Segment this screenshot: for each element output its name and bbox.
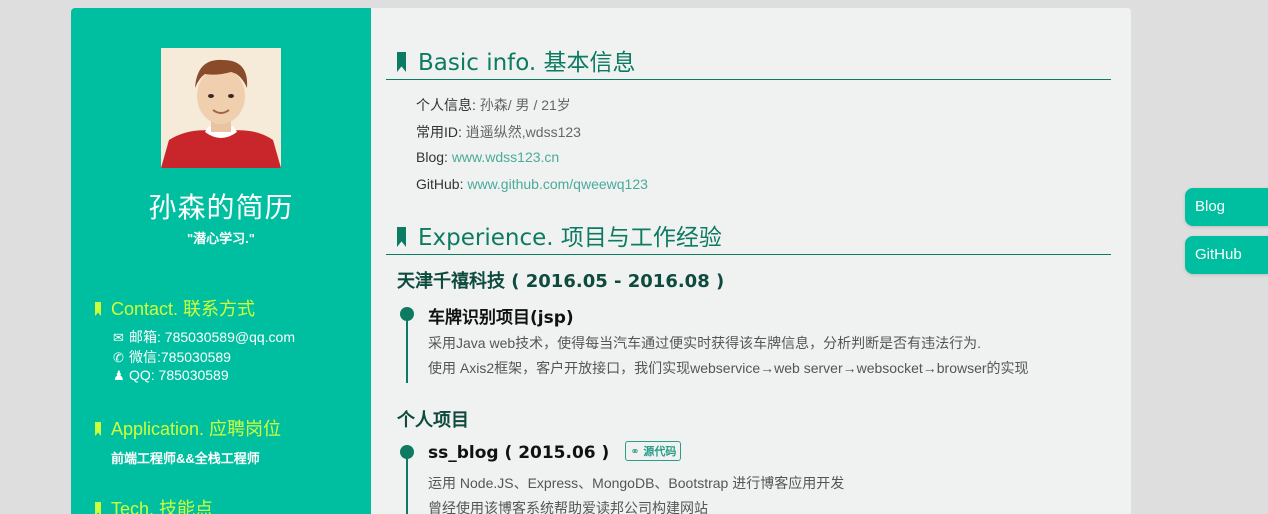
experience-heading: Experience. 项目与工作经验 [386, 218, 1111, 255]
info-blog: Blog: www.wdss123.cn [416, 149, 559, 165]
project2-title-row: ss_blog ( 2015.06 ) ⚭ 源代码 [428, 441, 682, 463]
project1-title: 车牌识别项目(jsp) [428, 308, 574, 328]
contact-heading-text: Contact. 联系方式 [111, 299, 256, 319]
id-label: 常用ID: [416, 124, 462, 140]
company-title: 天津千禧科技 ( 2016.05 - 2016.08 ) [397, 271, 725, 292]
bookmark-icon [95, 502, 101, 514]
timeline-line [406, 451, 408, 514]
email-text: 邮箱: 785030589@qq.com [129, 329, 295, 345]
project1-desc-2: 使用 Axis2框架，客户开放接口，我们实现webservice→web ser… [428, 360, 1029, 376]
tech-heading: Tech. 技能点 [95, 495, 213, 514]
bookmark-icon [397, 227, 406, 247]
basic-info-heading: Basic info. 基本信息 [386, 43, 1111, 80]
application-heading: Application. 应聘岗位 [95, 415, 281, 441]
motto: "潜心学习." [187, 231, 255, 246]
info-github: GitHub: www.github.com/qweewq123 [416, 176, 648, 192]
contact-qq: ♟ QQ: 785030589 [113, 367, 229, 384]
info-id: 常用ID: 逍遥纵然,wdss123 [416, 122, 581, 142]
bookmark-icon [95, 302, 101, 316]
project2-desc-2: 曾经使用该博客系统帮助爱读邦公司构建网站 [428, 500, 708, 514]
project2-desc-1: 运用 Node.JS、Express、MongoDB、Bootstrap 进行博… [428, 475, 845, 491]
main-content: Basic info. 基本信息 个人信息: 孙森/ 男 / 21岁 常用ID:… [371, 8, 1131, 514]
bookmark-icon [95, 422, 101, 436]
blog-label: Blog: [416, 149, 448, 165]
resume-name: 孙森的简历 [148, 191, 294, 224]
tech-heading-text: Tech. 技能点 [111, 499, 214, 514]
contact-wechat: ✆ 微信:785030589 [113, 347, 231, 367]
id-value: 逍遥纵然,wdss123 [465, 124, 581, 140]
info-personal: 个人信息: 孙森/ 男 / 21岁 [416, 95, 571, 115]
wechat-icon: ✆ [113, 350, 124, 365]
blog-float-button[interactable]: Blog [1185, 188, 1268, 226]
source-code-label: 源代码 [643, 445, 677, 458]
contact-email: ✉ 邮箱: 785030589@qq.com [113, 327, 295, 347]
qq-text: QQ: 785030589 [129, 367, 229, 383]
experience-heading-text: Experience. 项目与工作经验 [418, 225, 722, 251]
wechat-text: 微信:785030589 [129, 349, 231, 365]
github-float-button[interactable]: GitHub [1185, 236, 1268, 274]
project1-desc-1: 采用Java web技术，使得每当汽车通过便实时获得该车牌信息，分析判断是否有违… [428, 335, 982, 351]
avatar [161, 48, 281, 168]
basic-info-heading-text: Basic info. 基本信息 [418, 50, 636, 76]
timeline-line [406, 313, 408, 383]
link-icon: ⚭ [630, 445, 644, 458]
bookmark-icon [397, 52, 406, 72]
resume-card: 孙森的简历 "潜心学习." Contact. 联系方式 ✉ 邮箱: 7850305… [71, 8, 1131, 514]
application-position: 前端工程师&&全栈工程师 [111, 451, 260, 466]
github-link[interactable]: www.github.com/qweewq123 [467, 176, 648, 192]
sidebar: 孙森的简历 "潜心学习." Contact. 联系方式 ✉ 邮箱: 7850305… [71, 8, 371, 514]
personal-value: 孙森/ 男 / 21岁 [479, 97, 571, 113]
github-label: GitHub: [416, 176, 464, 192]
qq-icon: ♟ [113, 368, 125, 383]
application-heading-text: Application. 应聘岗位 [111, 419, 282, 439]
envelope-icon: ✉ [113, 330, 124, 345]
personal-projects-heading: 个人项目 [397, 410, 469, 431]
personal-label: 个人信息: [416, 97, 476, 113]
project2-title: ss_blog ( 2015.06 ) [428, 443, 610, 463]
contact-heading: Contact. 联系方式 [95, 295, 255, 321]
blog-link[interactable]: www.wdss123.cn [452, 149, 559, 165]
source-code-link[interactable]: ⚭ 源代码 [625, 441, 682, 461]
